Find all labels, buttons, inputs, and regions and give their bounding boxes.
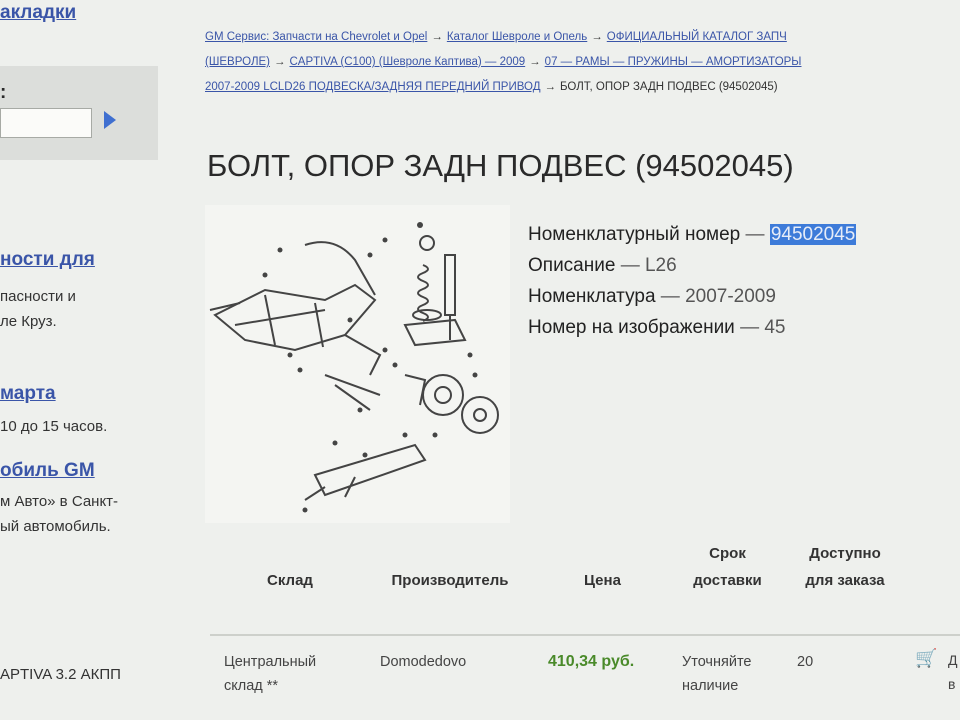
info-dash: — [655,286,686,307]
go-arrow-icon[interactable] [104,111,116,129]
breadcrumb-item-5[interactable]: CAPTIVA (C100) (Шевроле Каптива) — 2009 [290,56,526,68]
part-number-value[interactable]: 94502045 [769,224,857,245]
sidebar-news-3: обиль GM м Авто» в Санкт- ый автомобиль. [0,458,118,539]
info-row-description: Описание — L26 [528,250,856,281]
breadcrumb-arrow-icon: → [591,31,603,43]
sidebar-car-label: APTIVA 3.2 АКПП [0,666,121,683]
table-header-divider [210,634,960,636]
search-label: : [0,82,7,103]
info-row-image-number: Номер на изображении — 45 [528,312,856,343]
suspension-exploded-view [209,222,499,513]
bookmarks-link[interactable]: акладки [0,2,76,24]
sidebar-news-2: марта 10 до 15 часов. [0,381,107,439]
breadcrumb-item-3[interactable]: ОФИЦИАЛЬНЫЙ КАТАЛОГ ЗАПЧ [607,31,787,43]
info-dash: — [740,224,770,245]
sidebar-news-1: ности для пасности и ле Круз. [0,247,95,334]
image-number-value: 45 [764,317,786,338]
add-to-cart-link[interactable]: Д в [948,648,960,696]
breadcrumb-item-4[interactable]: (ШЕВРОЛЕ) [205,56,270,68]
breadcrumb-arrow-icon: → [431,31,443,43]
left-sidebar: акладки : ности для пасности и ле Круз. … [0,0,185,720]
description-value: L26 [644,255,677,276]
parts-diagram[interactable] [205,205,510,523]
cell-available: 20 [797,654,814,670]
breadcrumb-item-6[interactable]: 07 — РАМЫ — ПРУЖИНЫ — АМОРТИЗАТОРЫ [545,56,802,68]
col-header-warehouse: Склад [267,572,313,589]
col-header-maker: Производитель [391,572,509,589]
info-row-nomenclature: Номенклатура — 2007-2009 [528,281,856,312]
col-header-available: Доступно для заказа [805,545,885,589]
sidebar-news-1-title[interactable]: ности для [0,247,95,272]
cell-warehouse: Центральный склад ** [224,654,317,694]
nomenclature-value: 2007-2009 [685,286,776,307]
breadcrumb-current: БОЛТ, ОПОР ЗАДН ПОДВЕС (94502045) [560,81,778,93]
part-info: Номенклатурный номер — 94502045 Описание… [528,219,857,343]
breadcrumb-item-1[interactable]: GM Сервис: Запчасти на Chevrolet и Opel [205,31,427,43]
info-label: Номенклатурный номер [528,224,741,245]
info-dash: — [615,255,645,276]
cell-price: 410,34 руб. [548,653,635,670]
sidebar-news-3-line-2: ый автомобиль. [0,518,111,535]
sidebar-news-3-line-1: м Авто» в Санкт- [0,493,119,510]
sidebar-news-1-line-2: ле Круз. [0,313,57,330]
info-dash: — [734,317,765,338]
breadcrumb-arrow-icon: → [544,81,557,93]
col-header-price: Цена [584,572,621,589]
page-title: БОЛТ, ОПОР ЗАДН ПОДВЕС (94502045) [207,148,794,183]
sidebar-news-3-title[interactable]: обиль GM [0,458,118,483]
cell-maker: Domodedovo [380,654,467,670]
info-label: Номер на изображении [528,317,735,338]
breadcrumb-arrow-icon: → [274,56,286,68]
info-label: Описание [528,255,616,276]
info-row-number: Номенклатурный номер — 94502045 [528,219,857,250]
info-label: Номенклатура [528,286,656,307]
sidebar-news-2-line-1: 10 до 15 часов. [0,418,108,435]
cart-icon[interactable]: 🛒 [915,648,937,669]
cell-delivery: Уточняйте наличие [682,654,752,694]
col-header-delivery: Срок доставки [693,545,762,589]
sidebar-news-1-line-1: пасности и [0,288,76,305]
breadcrumb-item-7[interactable]: 2007-2009 LCLD26 ПОДВЕСКА/ЗАДНЯЯ ПЕРЕДНИ… [205,81,541,93]
breadcrumb: GM Сервис: Запчасти на Chevrolet и Opel →… [205,26,960,98]
sidebar-news-2-title[interactable]: марта [0,381,107,406]
search-input[interactable] [0,108,92,138]
breadcrumb-item-2[interactable]: Каталог Шевроле и Опель [447,31,587,43]
breadcrumb-arrow-icon: → [529,56,541,68]
